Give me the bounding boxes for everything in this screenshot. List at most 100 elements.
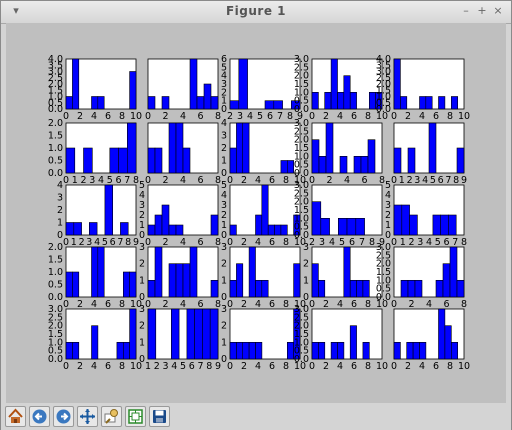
x-tick-label: 8 — [206, 361, 212, 372]
x-tick-label: 4 — [337, 111, 343, 122]
floppy-icon — [153, 410, 166, 423]
home-button[interactable] — [5, 406, 26, 427]
bar — [91, 96, 99, 110]
bar — [356, 279, 364, 298]
back-button[interactable] — [29, 406, 50, 427]
y-tick-label: 4.0 — [376, 54, 391, 65]
bar — [339, 156, 348, 174]
x-tick-label: 7 — [452, 237, 458, 248]
x-tick-label: 3 — [162, 361, 168, 372]
x-tick-label: 2 — [405, 361, 411, 372]
bar — [154, 147, 163, 174]
bar — [182, 147, 191, 174]
bar — [248, 341, 256, 360]
subplot-12: 0 2 4 6 8012345 — [139, 180, 221, 248]
x-tick-label: 2 — [309, 237, 315, 248]
bar — [286, 341, 294, 360]
y-tick-label: 0.5 — [48, 156, 63, 167]
bar — [196, 96, 205, 110]
bar — [168, 122, 177, 174]
y-tick-label: 0.5 — [48, 280, 63, 291]
x-tick-label: 6 — [433, 111, 439, 122]
bar — [72, 58, 80, 110]
bar — [450, 341, 458, 360]
subplot-6: 0 1 2 3 4 5 6 7 80.00.51.01.52.0 — [48, 118, 139, 186]
x-tick-label: 8 — [283, 299, 289, 310]
y-tick-label: 0.0 — [48, 292, 63, 303]
bar — [229, 341, 237, 360]
x-tick-label: 8 — [369, 237, 375, 248]
x-tick-label: 2 — [241, 299, 247, 310]
y-tick-label: 0 — [303, 292, 309, 303]
subplot-10: 0123456789 — [391, 122, 467, 186]
minimize-icon[interactable]: – — [459, 4, 473, 18]
x-tick-label: 2 — [326, 175, 332, 186]
subplot-16: 0 2 4 6 8 100.00.51.01.52.0 — [48, 242, 142, 310]
maximize-icon[interactable]: + — [475, 4, 489, 18]
x-tick-label: 8 — [125, 237, 131, 248]
pan-button[interactable] — [77, 406, 98, 427]
bar — [400, 279, 409, 298]
forward-button[interactable] — [53, 406, 74, 427]
bar — [203, 83, 212, 110]
bar — [311, 92, 319, 110]
bar — [91, 325, 99, 360]
bar — [255, 341, 263, 360]
y-tick-label: 3 — [221, 131, 227, 142]
x-tick-label: 6 — [433, 361, 439, 372]
bar — [349, 279, 357, 298]
configure-subplots-button[interactable] — [125, 406, 146, 427]
save-button[interactable] — [149, 406, 170, 427]
x-tick-label: 4 — [94, 237, 100, 248]
y-tick-label: 4 — [221, 118, 227, 129]
bar — [280, 160, 288, 174]
close-icon[interactable]: × — [491, 4, 505, 18]
subplot-2: 02468 — [145, 58, 221, 122]
title-bar[interactable]: ▾ Figure 1 – + × — [1, 1, 511, 24]
x-tick-label: 7 — [197, 361, 203, 372]
x-tick-label: 0 — [391, 299, 397, 310]
subplot-3: 2 3 4 5 6 7 8 90123456 — [221, 54, 303, 122]
y-tick-label: 1 — [221, 275, 227, 286]
bar — [264, 100, 275, 110]
x-tick-label: 2 — [162, 237, 168, 248]
figure-canvas[interactable]: 0 2 4 6 8 10 0.0 0.5 1.0 1.5 2.0 2.5 3.0 3.5 4.0 0 2 4 6 8 2… — [6, 23, 506, 403]
y-tick-label: 2.0 — [48, 118, 63, 129]
x-tick-label: 0 — [63, 361, 69, 372]
bar — [419, 96, 427, 110]
bar — [65, 147, 76, 174]
x-tick-label: 6 — [438, 175, 444, 186]
y-tick-label: 5 — [139, 180, 145, 191]
x-tick-label: 8 — [119, 299, 125, 310]
zoom-rect-icon — [104, 409, 118, 424]
figure-window: ▾ Figure 1 – + × 0 2 4 6 8 10 0.0 0.5 1.0 1.5 2.0 2… — [0, 0, 512, 430]
y-tick-label: 0 — [385, 230, 391, 241]
x-tick-label: 6 — [443, 299, 449, 310]
x-tick-label: 3 — [319, 237, 325, 248]
x-tick-label: 4 — [426, 237, 432, 248]
bar — [419, 341, 427, 360]
bar — [280, 224, 288, 236]
subplot-7: 02468 — [145, 122, 221, 186]
navigation-toolbar — [1, 403, 511, 430]
x-tick-label: 5 — [102, 237, 108, 248]
x-tick-label: 3 — [89, 175, 95, 186]
x-tick-label: 4 — [247, 111, 253, 122]
x-tick-label: 4 — [98, 175, 104, 186]
bar — [65, 222, 75, 236]
x-tick-label: 5 — [257, 111, 263, 122]
y-tick-label: 3 — [303, 242, 309, 253]
bar — [425, 96, 433, 110]
y-tick-label: 6 — [221, 54, 227, 65]
x-tick-label: 5 — [430, 175, 436, 186]
bar — [255, 214, 263, 236]
bar — [311, 139, 320, 174]
x-tick-label: 8 — [461, 237, 467, 248]
x-tick-label: 2 — [80, 175, 86, 186]
bar — [337, 341, 345, 360]
zoom-button[interactable] — [101, 406, 122, 427]
bar — [448, 214, 457, 236]
bar — [393, 204, 403, 236]
y-tick-label: 2 — [221, 259, 227, 270]
y-tick-label: 2 — [303, 259, 309, 270]
